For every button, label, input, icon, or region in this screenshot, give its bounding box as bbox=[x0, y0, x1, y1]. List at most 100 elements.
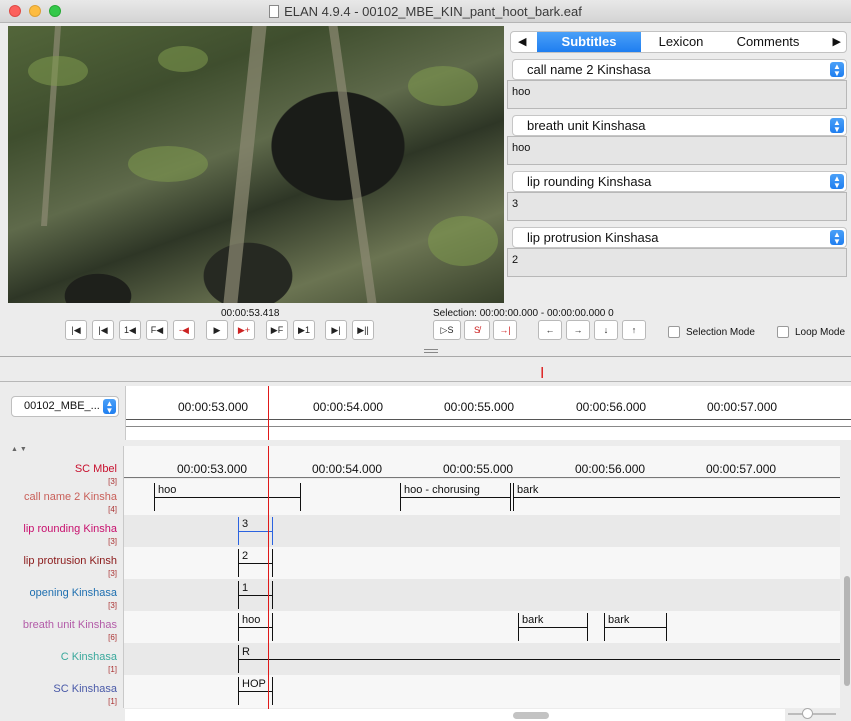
previous-pixel-button[interactable]: 1◀ bbox=[119, 320, 141, 340]
ruler-tick-label: 00:00:54.000 bbox=[313, 400, 384, 414]
crosshair-line bbox=[268, 446, 269, 721]
annotation[interactable]: bark bbox=[518, 613, 588, 641]
subtitle-tier-select-4[interactable]: lip protrusion Kinshasa ▲ ▼ bbox=[512, 227, 847, 248]
tier-name-breath-unit[interactable]: breath unit Kinshas [6] bbox=[23, 619, 117, 642]
tier-name-sc-mbeli[interactable]: SC Mbel [3] bbox=[75, 463, 117, 486]
crosshair-ibeam-icon: I bbox=[540, 364, 545, 382]
video-foliage bbox=[158, 46, 208, 72]
ruler-tick-label: 00:00:57.000 bbox=[707, 400, 778, 414]
annotation[interactable]: hoo - chorusing bbox=[400, 483, 511, 511]
video-foliage bbox=[428, 216, 498, 266]
tier-name-lip-rounding[interactable]: lip rounding Kinsha [3] bbox=[23, 523, 117, 546]
play-forward-button[interactable]: ▶+ bbox=[233, 320, 255, 340]
chevron-updown-icon: ▲ ▼ bbox=[830, 62, 844, 78]
previous-annotation-button[interactable]: ← bbox=[538, 320, 562, 340]
next-frame-button[interactable]: ▶F bbox=[266, 320, 288, 340]
clear-selection-button[interactable]: S̸ bbox=[464, 320, 490, 340]
zoom-slider-knob[interactable] bbox=[802, 708, 813, 719]
play-button[interactable]: ▶ bbox=[206, 320, 228, 340]
vertical-scrollbar[interactable] bbox=[841, 446, 851, 708]
timeline-ruler[interactable]: 00:00:53.000 00:00:54.000 00:00:55.000 0… bbox=[125, 386, 851, 440]
ruler-tick-label: 00:00:53.000 bbox=[178, 400, 249, 414]
annotation-below-button[interactable]: ↓ bbox=[594, 320, 618, 340]
previous-scrollview-button[interactable]: |◀ bbox=[92, 320, 114, 340]
title-bar: ELAN 4.9.4 - 00102_MBE_KIN_pant_hoot_bar… bbox=[0, 0, 851, 23]
subtitles-panel: ◀ Subtitles Lexicon Comments ▶ call name… bbox=[507, 31, 847, 277]
splitter[interactable] bbox=[0, 346, 851, 358]
subtitle-tier-select-1[interactable]: call name 2 Kinshasa ▲ ▼ bbox=[512, 59, 847, 80]
play-backward-button[interactable]: -◀ bbox=[173, 320, 195, 340]
chevron-updown-icon: ▲ ▼ bbox=[103, 399, 116, 415]
subtitle-value-2: hoo bbox=[507, 136, 847, 165]
video-foliage bbox=[128, 146, 208, 182]
go-to-end-button[interactable]: ▶|| bbox=[352, 320, 374, 340]
next-pixel-button[interactable]: ▶1 bbox=[293, 320, 315, 340]
ruler-tick-label: 00:00:54.000 bbox=[312, 462, 383, 476]
subtitle-tier-select-2[interactable]: breath unit Kinshasa ▲ ▼ bbox=[512, 115, 847, 136]
video-foliage bbox=[28, 56, 88, 86]
collapse-tiers-icon[interactable]: ▲ ▼ bbox=[11, 446, 27, 453]
tier-row bbox=[124, 579, 840, 611]
tier-name-c[interactable]: C Kinshasa [1] bbox=[61, 651, 117, 674]
overview-ruler[interactable]: I bbox=[0, 360, 851, 382]
ruler-tick-label: 00:00:53.000 bbox=[177, 462, 248, 476]
subtitle-tier-select-3[interactable]: lip rounding Kinshasa ▲ ▼ bbox=[512, 171, 847, 192]
zoom-slider[interactable] bbox=[788, 708, 836, 719]
tab-comments[interactable]: Comments bbox=[723, 32, 813, 52]
annotation[interactable]: bark bbox=[513, 483, 840, 511]
tab-prev-icon[interactable]: ◀ bbox=[518, 35, 526, 48]
annotation[interactable]: bark bbox=[604, 613, 667, 641]
video-player[interactable] bbox=[8, 26, 504, 303]
tier-name-lip-protrusion[interactable]: lip protrusion Kinsh [3] bbox=[23, 555, 117, 578]
loop-mode-checkbox[interactable] bbox=[777, 326, 789, 338]
document-icon bbox=[269, 5, 280, 18]
video-foliage bbox=[408, 66, 478, 106]
window-title: ELAN 4.9.4 - 00102_MBE_KIN_pant_hoot_bar… bbox=[0, 4, 851, 19]
tier-ruler: 00:00:53.000 00:00:54.000 00:00:55.000 0… bbox=[124, 446, 840, 478]
tier-row bbox=[124, 515, 840, 547]
chevron-updown-icon: ▲ ▼ bbox=[830, 230, 844, 246]
next-scrollview-button[interactable]: ▶| bbox=[325, 320, 347, 340]
previous-frame-button[interactable]: F◀ bbox=[146, 320, 168, 340]
play-selection-button[interactable]: ▷S bbox=[433, 320, 461, 340]
horizontal-scrollbar[interactable] bbox=[125, 709, 785, 721]
media-select[interactable]: 00102_MBE_... ▲ ▼ bbox=[11, 396, 119, 417]
tab-subtitles[interactable]: Subtitles bbox=[537, 32, 641, 52]
ruler-tick-label: 00:00:57.000 bbox=[706, 462, 777, 476]
selection-mode-checkbox[interactable] bbox=[668, 326, 680, 338]
annotation-viewer[interactable]: SC Mbel [3] call name 2 Kinsha [4] lip rou… bbox=[0, 446, 851, 708]
vertical-scroll-thumb[interactable] bbox=[844, 576, 850, 686]
horizontal-scroll-thumb[interactable] bbox=[513, 712, 549, 719]
ruler-tick-label: 00:00:56.000 bbox=[575, 462, 646, 476]
go-to-begin-button[interactable]: |◀ bbox=[65, 320, 87, 340]
video-trunk bbox=[328, 26, 377, 303]
splitter-grip-icon bbox=[424, 349, 438, 353]
subtitle-value-3: 3 bbox=[507, 192, 847, 221]
tab-next-icon[interactable]: ▶ bbox=[833, 35, 841, 48]
tier-row bbox=[124, 675, 840, 708]
subtitle-value-1: hoo bbox=[507, 80, 847, 109]
tier-name-opening[interactable]: opening Kinshasa [3] bbox=[30, 587, 117, 610]
selection-boundary-button[interactable]: →| bbox=[493, 320, 517, 340]
annotation[interactable]: R bbox=[238, 645, 840, 673]
video-trunk bbox=[223, 26, 267, 303]
tier-row bbox=[124, 547, 840, 579]
tab-lexicon[interactable]: Lexicon bbox=[641, 32, 721, 52]
annotation[interactable]: hoo bbox=[154, 483, 301, 511]
next-annotation-button[interactable]: → bbox=[566, 320, 590, 340]
tier-name-call-name-2[interactable]: call name 2 Kinsha [4] bbox=[24, 491, 117, 514]
tier-row bbox=[124, 611, 840, 643]
tab-bar: ◀ Subtitles Lexicon Comments ▶ bbox=[510, 31, 847, 53]
loop-mode-label: Loop Mode bbox=[795, 327, 846, 338]
selection-time: Selection: 00:00:00.000 - 00:00:00.000 0 bbox=[433, 308, 614, 319]
tier-name-sc[interactable]: SC Kinshasa [1] bbox=[53, 683, 117, 706]
ruler-tick-label: 00:00:55.000 bbox=[444, 400, 515, 414]
annotation-above-button[interactable]: ↑ bbox=[622, 320, 646, 340]
chevron-updown-icon: ▲ ▼ bbox=[830, 174, 844, 190]
current-time: 00:00:53.418 bbox=[221, 308, 280, 319]
tier-name-column: SC Mbel [3] call name 2 Kinsha [4] lip rou… bbox=[0, 446, 124, 708]
ruler-tick-label: 00:00:55.000 bbox=[443, 462, 514, 476]
chevron-updown-icon: ▲ ▼ bbox=[830, 118, 844, 134]
ruler-tick-label: 00:00:56.000 bbox=[576, 400, 647, 414]
subtitle-value-4: 2 bbox=[507, 248, 847, 277]
